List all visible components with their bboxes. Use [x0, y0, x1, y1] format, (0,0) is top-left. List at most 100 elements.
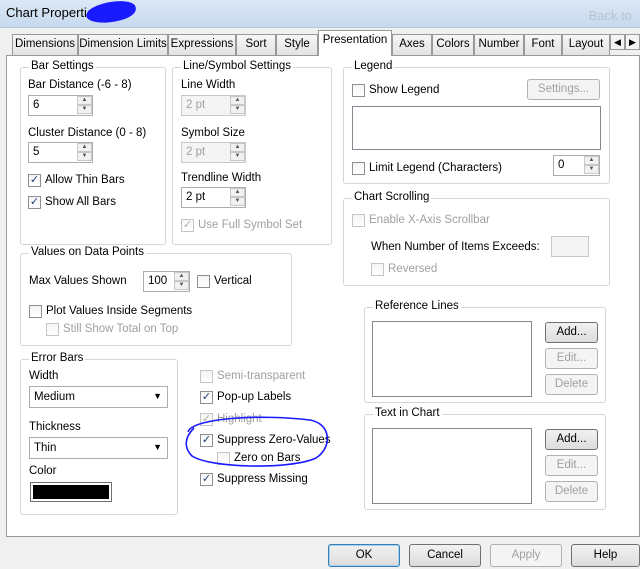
show-legend-label: Show Legend — [369, 84, 440, 96]
still-show-total-checkbox[interactable] — [46, 323, 59, 336]
reference-lines-add-button[interactable]: Add... — [545, 322, 598, 343]
symbol-size-value: 2 pt — [186, 146, 206, 158]
symbol-size-label: Symbol Size — [181, 127, 245, 139]
line-width-value: 2 pt — [186, 99, 206, 111]
error-width-value: Medium — [34, 391, 75, 403]
error-width-select[interactable]: Medium ▼ — [29, 386, 168, 408]
line-width-label: Line Width — [181, 79, 236, 91]
ok-button[interactable]: OK — [328, 544, 400, 567]
popup-labels-checkbox[interactable]: ✓ — [200, 391, 213, 404]
line-symbol-title: Line/Symbol Settings — [181, 60, 294, 72]
highlight-checkbox[interactable]: ✓ — [200, 413, 213, 426]
trendline-width-value: 2 pt — [186, 191, 206, 203]
error-thickness-select[interactable]: Thin ▼ — [29, 437, 168, 459]
spin-up-icon[interactable]: ▲ — [77, 143, 92, 152]
error-bars-title: Error Bars — [29, 352, 86, 364]
bar-distance-stepper[interactable]: 6 ▲ ▼ — [28, 95, 93, 116]
vertical-checkbox[interactable] — [197, 275, 210, 288]
spin-up-icon[interactable]: ▲ — [77, 96, 92, 105]
legend-preview-box — [352, 106, 601, 150]
reversed-label: Reversed — [388, 263, 438, 275]
spin-up-icon[interactable]: ▲ — [230, 96, 245, 105]
apply-button[interactable]: Apply — [490, 544, 562, 567]
suppress-zero-values-checkbox[interactable]: ✓ — [200, 434, 213, 447]
spin-down-icon[interactable]: ▼ — [77, 152, 92, 161]
trendline-width-stepper[interactable]: 2 pt ▲ ▼ — [181, 187, 246, 208]
line-width-stepper[interactable]: 2 pt ▲ ▼ — [181, 95, 246, 116]
legend-title: Legend — [352, 60, 395, 72]
spin-down-icon[interactable]: ▼ — [77, 105, 92, 114]
allow-thin-bars-label: Allow Thin Bars — [45, 174, 125, 186]
cluster-distance-value: 5 — [33, 146, 40, 158]
error-color-label: Color — [29, 465, 57, 477]
chevron-down-icon: ▼ — [153, 391, 162, 401]
items-exceeds-label: When Number of Items Exceeds: — [371, 241, 540, 253]
semi-transparent-label: Semi-transparent — [217, 370, 306, 382]
limit-legend-label: Limit Legend (Characters) — [369, 162, 502, 174]
legend-settings-button[interactable]: Settings... — [527, 79, 600, 100]
text-in-chart-list[interactable] — [372, 428, 532, 504]
spin-up-icon[interactable]: ▲ — [174, 272, 189, 281]
highlight-label: Highlight — [217, 413, 262, 425]
plot-inside-segments-checkbox[interactable] — [29, 305, 42, 318]
text-in-chart-title: Text in Chart — [373, 407, 442, 419]
spin-down-icon[interactable]: ▼ — [230, 152, 245, 161]
vertical-label: Vertical — [214, 275, 252, 287]
popup-labels-label: Pop-up Labels — [217, 391, 292, 403]
spin-down-icon[interactable]: ▼ — [584, 165, 599, 174]
error-width-label: Width — [29, 370, 59, 382]
spin-down-icon[interactable]: ▼ — [230, 105, 245, 114]
reference-lines-list[interactable] — [372, 321, 532, 397]
spin-up-icon[interactable]: ▲ — [230, 188, 245, 197]
limit-legend-checkbox[interactable] — [352, 162, 365, 175]
bar-settings-title: Bar Settings — [29, 60, 96, 72]
reference-lines-title: Reference Lines — [373, 300, 461, 312]
error-color-swatch[interactable] — [30, 482, 112, 502]
spin-down-icon[interactable]: ▼ — [230, 197, 245, 206]
bar-distance-value: 6 — [33, 99, 40, 111]
limit-legend-value: 0 — [558, 159, 565, 171]
bar-distance-label: Bar Distance (-6 - 8) — [28, 79, 132, 91]
show-legend-checkbox[interactable] — [352, 84, 365, 97]
tab-presentation[interactable]: Presentation — [318, 30, 392, 56]
spin-down-icon[interactable]: ▼ — [174, 281, 189, 290]
items-exceeds-field[interactable] — [551, 236, 589, 257]
zero-on-bars-label: Zero on Bars — [234, 452, 301, 464]
reversed-checkbox[interactable] — [371, 263, 384, 276]
max-values-label: Max Values Shown — [29, 275, 127, 287]
limit-legend-stepper[interactable]: 0 ▲ ▼ — [553, 155, 600, 176]
trendline-width-label: Trendline Width — [181, 172, 262, 184]
spin-up-icon[interactable]: ▲ — [584, 156, 599, 165]
enable-x-scrollbar-label: Enable X-Axis Scrollbar — [369, 214, 490, 226]
use-full-symbol-set-checkbox[interactable]: ✓ — [181, 219, 194, 232]
max-values-stepper[interactable]: 100 ▲ ▼ — [143, 271, 190, 292]
cluster-distance-stepper[interactable]: 5 ▲ ▼ — [28, 142, 93, 163]
chart-scrolling-title: Chart Scrolling — [352, 191, 432, 203]
enable-x-scrollbar-checkbox[interactable] — [352, 214, 365, 227]
text-in-chart-edit-button[interactable]: Edit... — [545, 455, 598, 476]
values-on-data-points-title: Values on Data Points — [29, 246, 146, 258]
show-all-bars-label: Show All Bars — [45, 196, 116, 208]
zero-on-bars-checkbox[interactable] — [217, 452, 230, 465]
spin-up-icon[interactable]: ▲ — [230, 143, 245, 152]
help-button[interactable]: Help — [571, 544, 640, 567]
show-all-bars-checkbox[interactable]: ✓ — [28, 196, 41, 209]
cancel-button[interactable]: Cancel — [409, 544, 481, 567]
text-in-chart-add-button[interactable]: Add... — [545, 429, 598, 450]
max-values-value: 100 — [148, 275, 168, 287]
symbol-size-stepper[interactable]: 2 pt ▲ ▼ — [181, 142, 246, 163]
error-thickness-value: Thin — [34, 442, 57, 454]
suppress-missing-label: Suppress Missing — [217, 473, 308, 485]
allow-thin-bars-checkbox[interactable]: ✓ — [28, 174, 41, 187]
plot-inside-segments-label: Plot Values Inside Segments — [46, 305, 193, 317]
reference-lines-edit-button[interactable]: Edit... — [545, 348, 598, 369]
cluster-distance-label: Cluster Distance (0 - 8) — [28, 127, 147, 139]
suppress-zero-values-label: Suppress Zero-Values — [217, 434, 331, 446]
suppress-missing-checkbox[interactable]: ✓ — [200, 473, 213, 486]
semi-transparent-checkbox[interactable] — [200, 370, 213, 383]
text-in-chart-delete-button[interactable]: Delete — [545, 481, 598, 502]
chevron-down-icon: ▼ — [153, 442, 162, 452]
use-full-symbol-set-label: Use Full Symbol Set — [198, 219, 303, 231]
reference-lines-delete-button[interactable]: Delete — [545, 374, 598, 395]
error-thickness-label: Thickness — [29, 421, 81, 433]
